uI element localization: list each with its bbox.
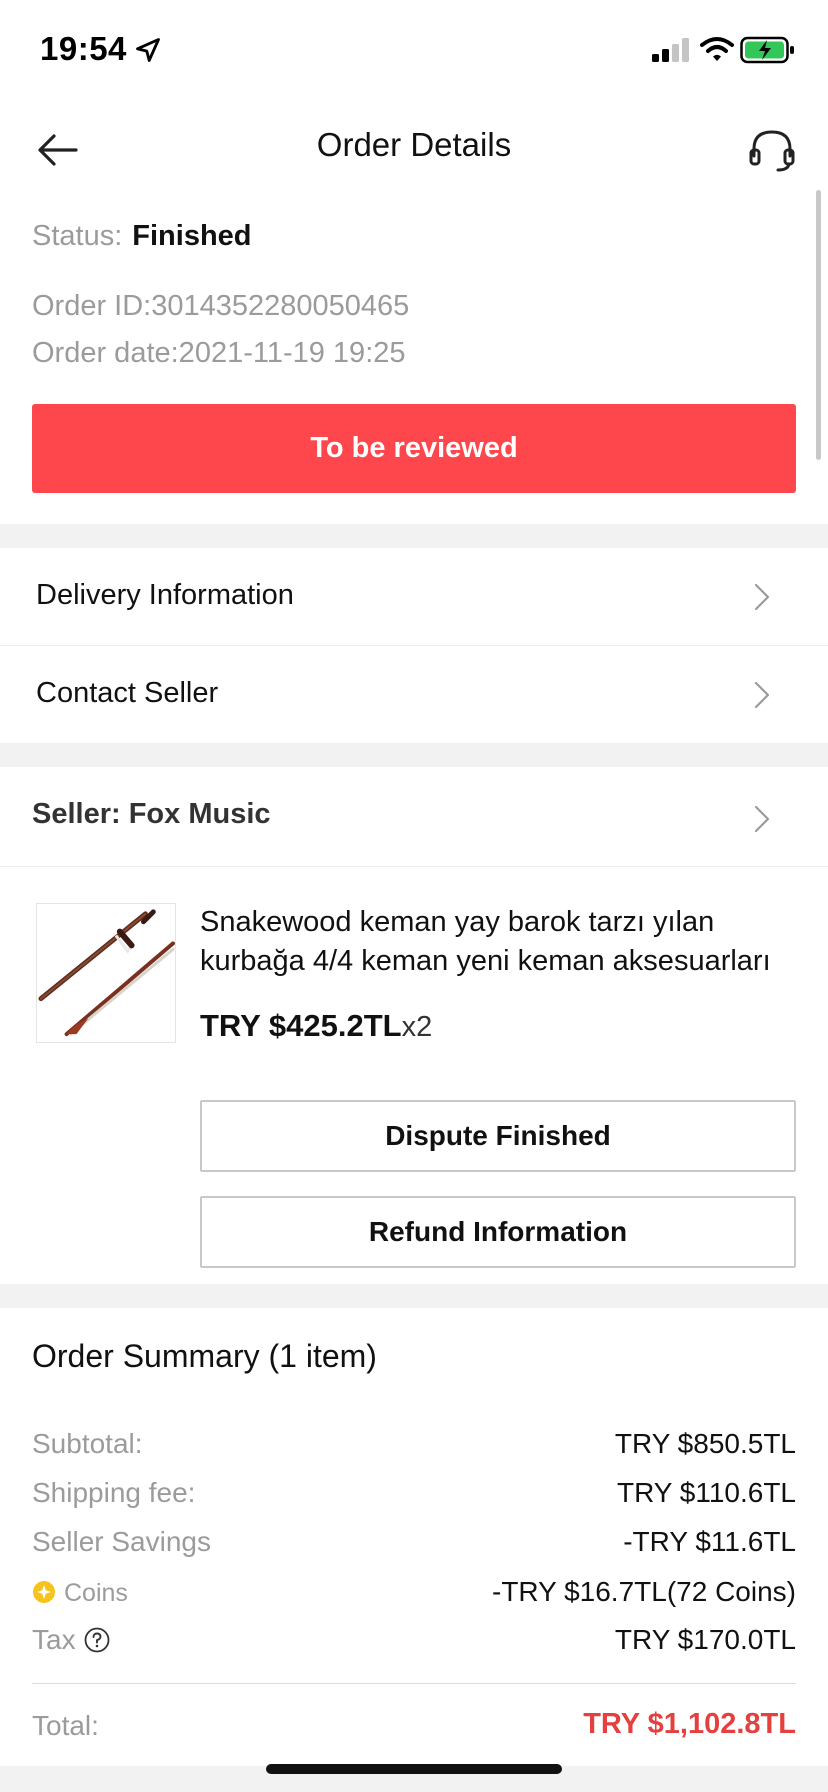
- shipping-fee-row: Shipping fee: TRY $110.6TL: [32, 1477, 796, 1517]
- to-be-reviewed-button[interactable]: To be reviewed: [32, 404, 796, 493]
- seller-name: Seller: Fox Music: [32, 798, 271, 830]
- wifi-icon: [700, 37, 734, 61]
- order-details-screen: 19:54 Order Details Status: Finished Ord…: [0, 0, 828, 1792]
- seller-savings-label: Seller Savings: [32, 1526, 211, 1557]
- shipping-fee-label: Shipping fee:: [32, 1477, 196, 1508]
- coins-value: -TRY $16.7TL(72 Coins): [492, 1576, 796, 1607]
- chevron-right-icon: [754, 805, 770, 833]
- coins-row: Coins -TRY $16.7TL(72 Coins): [32, 1576, 796, 1616]
- contact-seller-row[interactable]: Contact Seller: [0, 646, 828, 743]
- battery-charging-icon: [740, 36, 794, 64]
- status-time: 19:54: [40, 30, 127, 67]
- coins-label-group: Coins: [32, 1576, 128, 1608]
- section-divider: [0, 1284, 828, 1308]
- help-icon[interactable]: [84, 1627, 110, 1653]
- summary-divider: [32, 1683, 796, 1684]
- section-divider: [0, 743, 828, 767]
- seller-row[interactable]: Seller: Fox Music: [0, 767, 828, 865]
- total-value: TRY $1,102.8TL: [583, 1708, 796, 1740]
- status-value: Finished: [132, 220, 252, 252]
- tax-label: Tax: [32, 1624, 76, 1655]
- product-thumbnail[interactable]: [36, 903, 176, 1043]
- order-summary-title: Order Summary (1 item): [32, 1338, 377, 1374]
- delivery-information-label: Delivery Information: [36, 579, 294, 611]
- coins-label: Coins: [64, 1579, 128, 1607]
- navigation-bar: Order Details: [0, 100, 828, 200]
- order-id: Order ID:3014352280050465: [32, 290, 410, 322]
- home-indicator[interactable]: [266, 1764, 562, 1774]
- total-label: Total:: [32, 1710, 99, 1741]
- product-title[interactable]: Snakewood keman yay barok tarzı yılan ku…: [200, 903, 800, 981]
- coin-icon: [33, 1581, 55, 1603]
- page-title: Order Details: [316, 126, 512, 163]
- location-arrow-icon: [136, 38, 160, 62]
- support-headset-icon[interactable]: [744, 122, 800, 178]
- product-price: TRY $425.2TLx2: [200, 1008, 432, 1044]
- chevron-right-icon: [754, 681, 770, 709]
- product-unit-price: TRY $425.2TL: [200, 1008, 402, 1043]
- delivery-information-row[interactable]: Delivery Information: [0, 548, 828, 645]
- refund-information-button[interactable]: Refund Information: [200, 1196, 796, 1268]
- signal-icon: [652, 38, 689, 62]
- order-status: Status: Finished: [32, 220, 252, 253]
- tax-row: Tax TRY $170.0TL: [32, 1624, 796, 1664]
- subtotal-value: TRY $850.5TL: [614, 1428, 796, 1459]
- scrollbar[interactable]: [816, 190, 821, 460]
- chevron-right-icon: [754, 583, 770, 611]
- tax-label-group: Tax: [32, 1624, 110, 1656]
- contact-seller-label: Contact Seller: [36, 677, 219, 709]
- subtotal-label: Subtotal:: [32, 1428, 143, 1459]
- status-label: Status:: [32, 220, 123, 252]
- row-divider: [0, 866, 828, 867]
- tax-value: TRY $170.0TL: [614, 1624, 796, 1655]
- subtotal-row: Subtotal: TRY $850.5TL: [32, 1428, 796, 1468]
- shipping-fee-value: TRY $110.6TL: [616, 1477, 796, 1508]
- dispute-finished-button[interactable]: Dispute Finished: [200, 1100, 796, 1172]
- product-quantity: x2: [401, 1011, 433, 1043]
- order-date: Order date:2021-11-19 19:25: [32, 337, 406, 369]
- section-divider: [0, 524, 828, 548]
- seller-savings-row: Seller Savings -TRY $11.6TL: [32, 1526, 796, 1566]
- seller-savings-value: -TRY $11.6TL: [623, 1526, 796, 1557]
- status-bar: 19:54: [0, 0, 828, 100]
